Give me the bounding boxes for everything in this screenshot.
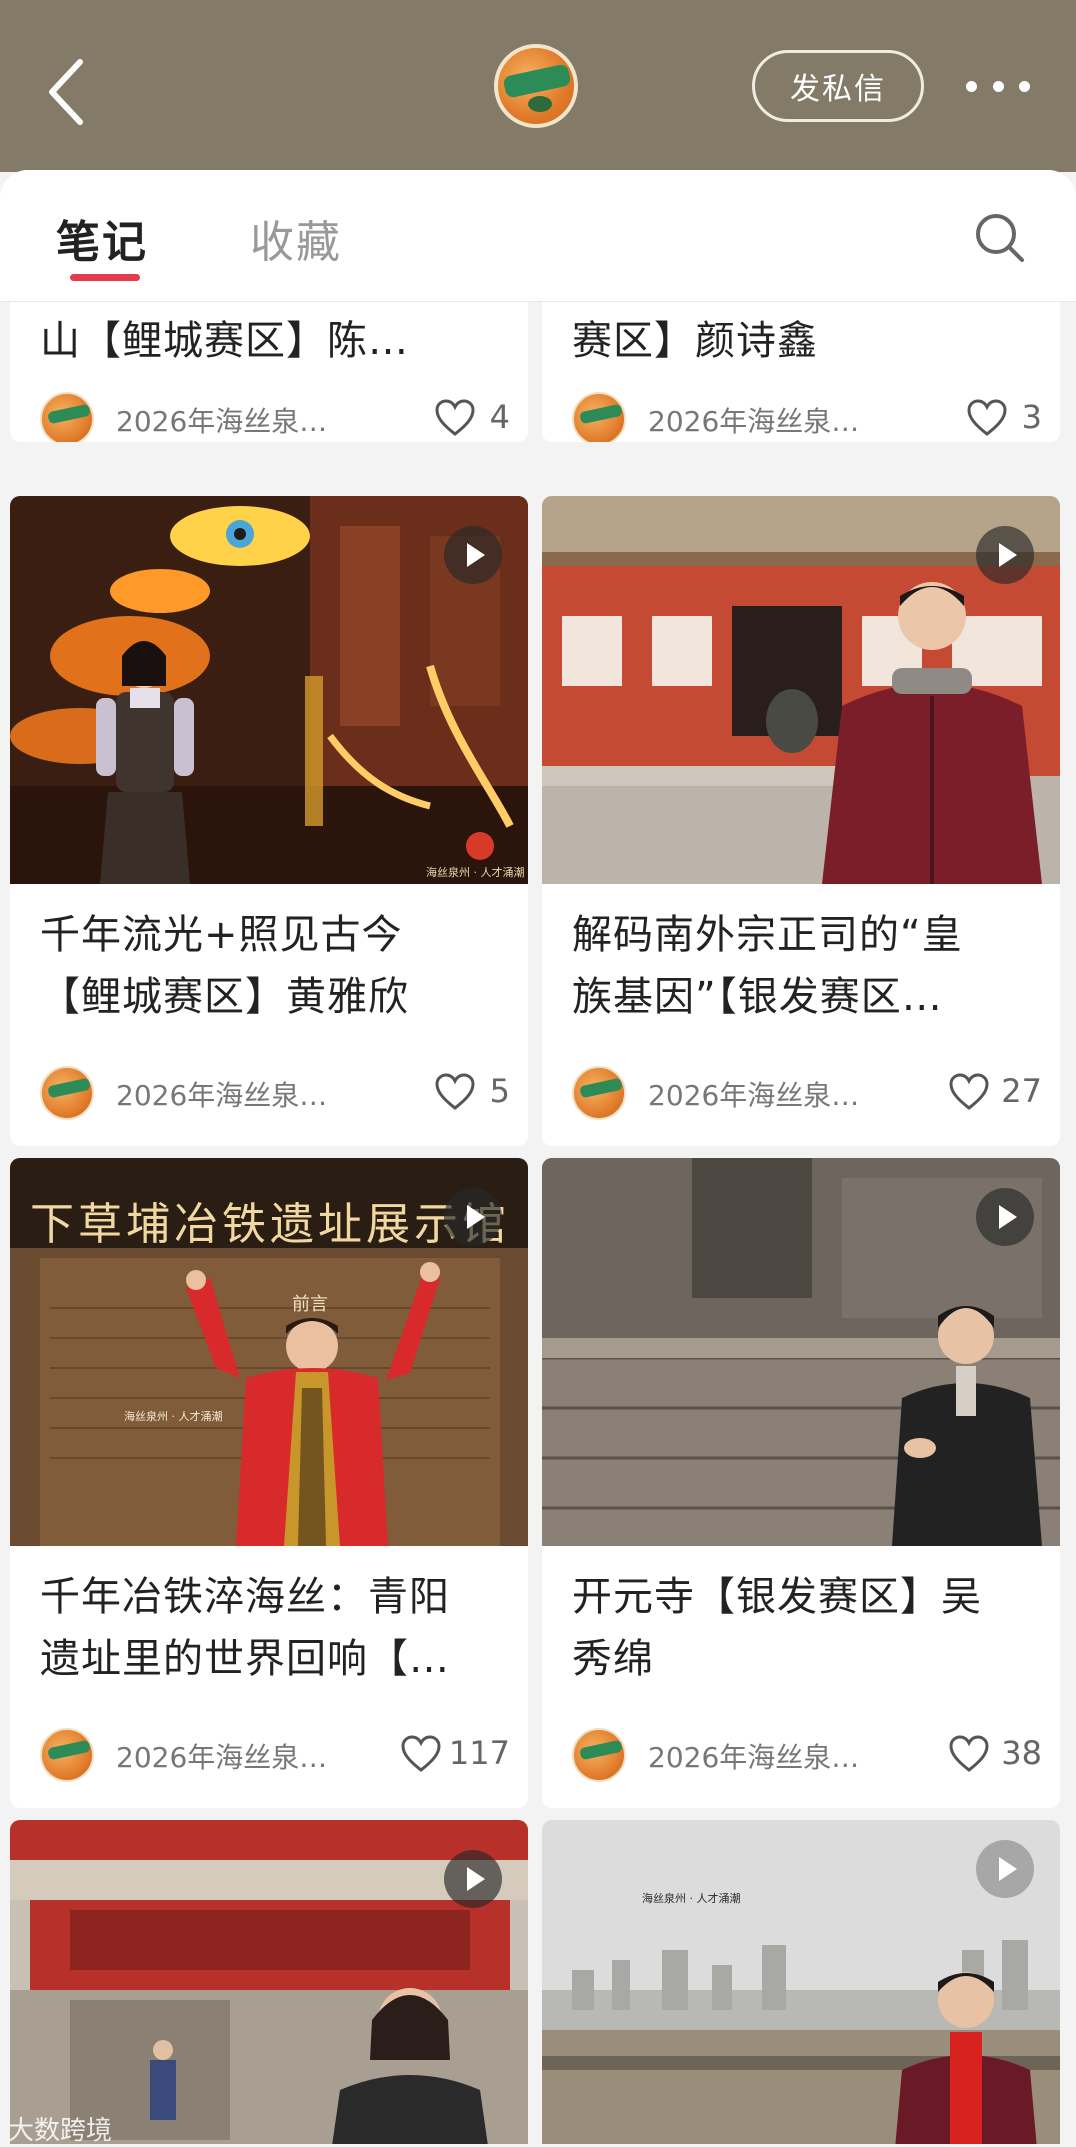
note-card[interactable]: 山【鲤城赛区】陈… 2026年海丝泉… 4 <box>10 302 528 442</box>
video-thumbnail: 下草埔冶铁遗址展示馆 前言 海丝泉州 · 人才涌潮 <box>10 1158 528 1546</box>
top-bar: 发私信 <box>0 0 1076 172</box>
note-card[interactable] <box>10 1820 528 2144</box>
profile-avatar[interactable] <box>494 44 578 128</box>
play-icon[interactable] <box>444 526 502 584</box>
note-title: 山【鲤城赛区】陈… <box>40 318 409 364</box>
dot-icon <box>992 80 1004 92</box>
author-avatar <box>40 1728 94 1782</box>
dot-icon <box>1019 80 1030 92</box>
note-meta: 2026年海丝泉… 27 <box>572 1066 1042 1122</box>
slogan-caption: 海丝泉州 · 人才涌潮 <box>642 1892 741 1905</box>
note-card[interactable]: 开元寺【银发赛区】吴 秀绵 2026年海丝泉… 38 <box>542 1158 1060 1808</box>
note-meta: 2026年海丝泉… 4 <box>40 392 510 442</box>
author-name: 2026年海丝泉… <box>116 405 328 438</box>
heart-icon[interactable] <box>400 1734 442 1774</box>
avatar-logo-dot <box>528 96 552 112</box>
slogan-caption: 海丝泉州 · 人才涌潮 <box>124 1410 223 1423</box>
author-avatar <box>572 1066 626 1120</box>
search-button[interactable] <box>972 210 1026 264</box>
like-count: 4 <box>489 398 510 436</box>
tab-favorites[interactable]: 收藏 <box>250 206 342 270</box>
author-name: 2026年海丝泉… <box>648 1741 860 1774</box>
play-icon[interactable] <box>976 526 1034 584</box>
more-options-button[interactable] <box>966 70 1030 102</box>
note-card[interactable]: 海丝泉州 · 人才涌潮 <box>542 1820 1060 2144</box>
chevron-left-icon <box>49 59 83 125</box>
note-meta: 2026年海丝泉… 3 <box>572 392 1042 442</box>
back-button[interactable] <box>40 52 96 132</box>
slogan-caption: 海丝泉州 · 人才涌潮 <box>426 866 525 879</box>
author-name: 2026年海丝泉… <box>648 1079 860 1112</box>
author-avatar <box>572 1728 626 1782</box>
author-avatar <box>572 392 626 442</box>
like-count: 117 <box>448 1734 510 1772</box>
heart-icon[interactable] <box>948 1072 990 1112</box>
notes-feed: 山【鲤城赛区】陈… 2026年海丝泉… 4 赛区】颜诗鑫 2026年海丝泉… 3 <box>0 302 1076 2144</box>
note-meta: 2026年海丝泉… 5 <box>40 1066 510 1122</box>
preface-text: 前言 <box>292 1294 328 1315</box>
note-card[interactable]: 赛区】颜诗鑫 2026年海丝泉… 3 <box>542 302 1060 442</box>
author-avatar <box>40 392 94 442</box>
heart-icon[interactable] <box>434 1072 476 1112</box>
note-meta: 2026年海丝泉… 38 <box>572 1728 1042 1784</box>
like-count: 3 <box>1021 398 1042 436</box>
note-meta: 2026年海丝泉… 117 <box>40 1728 510 1784</box>
like-count: 5 <box>489 1072 510 1110</box>
watermark: 大数跨境 <box>8 2116 113 2146</box>
like-count: 38 <box>1001 1734 1042 1772</box>
video-thumbnail <box>542 496 1060 884</box>
museum-sign-text: 下草埔冶铁遗址展示馆 <box>30 1199 510 1250</box>
heart-icon[interactable] <box>434 398 476 438</box>
play-icon[interactable] <box>444 1188 502 1246</box>
send-message-button[interactable]: 发私信 <box>752 50 924 122</box>
note-card[interactable]: 解码南外宗正司的“皇 族基因”【银发赛区… 2026年海丝泉… 27 <box>542 496 1060 1146</box>
content-panel: 笔记 收藏 山【鲤城赛区】陈… 2026年海丝泉… 4 赛区】颜诗鑫 2026年… <box>0 170 1076 2144</box>
tab-bar: 笔记 收藏 <box>0 170 1076 302</box>
avatar-logo-mark <box>502 63 572 99</box>
like-count: 27 <box>1001 1072 1042 1110</box>
note-title: 开元寺【银发赛区】吴 秀绵 <box>572 1574 982 1682</box>
author-name: 2026年海丝泉… <box>116 1741 328 1774</box>
video-thumbnail <box>10 1820 528 2144</box>
note-card[interactable]: 下草埔冶铁遗址展示馆 前言 海丝泉州 · 人才涌潮 千年冶铁淬海丝：青阳 遗址里… <box>10 1158 528 1808</box>
note-card[interactable]: 海丝泉州 · 人才涌潮 千年流光+照见古今 【鲤城赛区】黄雅欣 2026年海丝泉… <box>10 496 528 1146</box>
note-title: 千年冶铁淬海丝：青阳 遗址里的世界回响【… <box>40 1574 450 1682</box>
author-avatar <box>40 1066 94 1120</box>
video-thumbnail <box>542 1158 1060 1546</box>
video-thumbnail: 海丝泉州 · 人才涌潮 <box>542 1820 1060 2144</box>
play-icon[interactable] <box>976 1840 1034 1898</box>
search-icon <box>976 214 1024 262</box>
play-icon[interactable] <box>976 1188 1034 1246</box>
note-title: 赛区】颜诗鑫 <box>572 318 818 364</box>
author-name: 2026年海丝泉… <box>116 1079 328 1112</box>
note-title: 千年流光+照见古今 【鲤城赛区】黄雅欣 <box>40 912 409 1020</box>
dot-icon <box>966 80 977 92</box>
play-icon[interactable] <box>444 1850 502 1908</box>
active-tab-indicator <box>70 274 140 281</box>
note-title: 解码南外宗正司的“皇 族基因”【银发赛区… <box>572 912 963 1020</box>
tab-notes[interactable]: 笔记 <box>56 206 148 270</box>
video-thumbnail: 海丝泉州 · 人才涌潮 <box>10 496 528 884</box>
heart-icon[interactable] <box>966 398 1008 438</box>
author-name: 2026年海丝泉… <box>648 405 860 438</box>
heart-icon[interactable] <box>948 1734 990 1774</box>
